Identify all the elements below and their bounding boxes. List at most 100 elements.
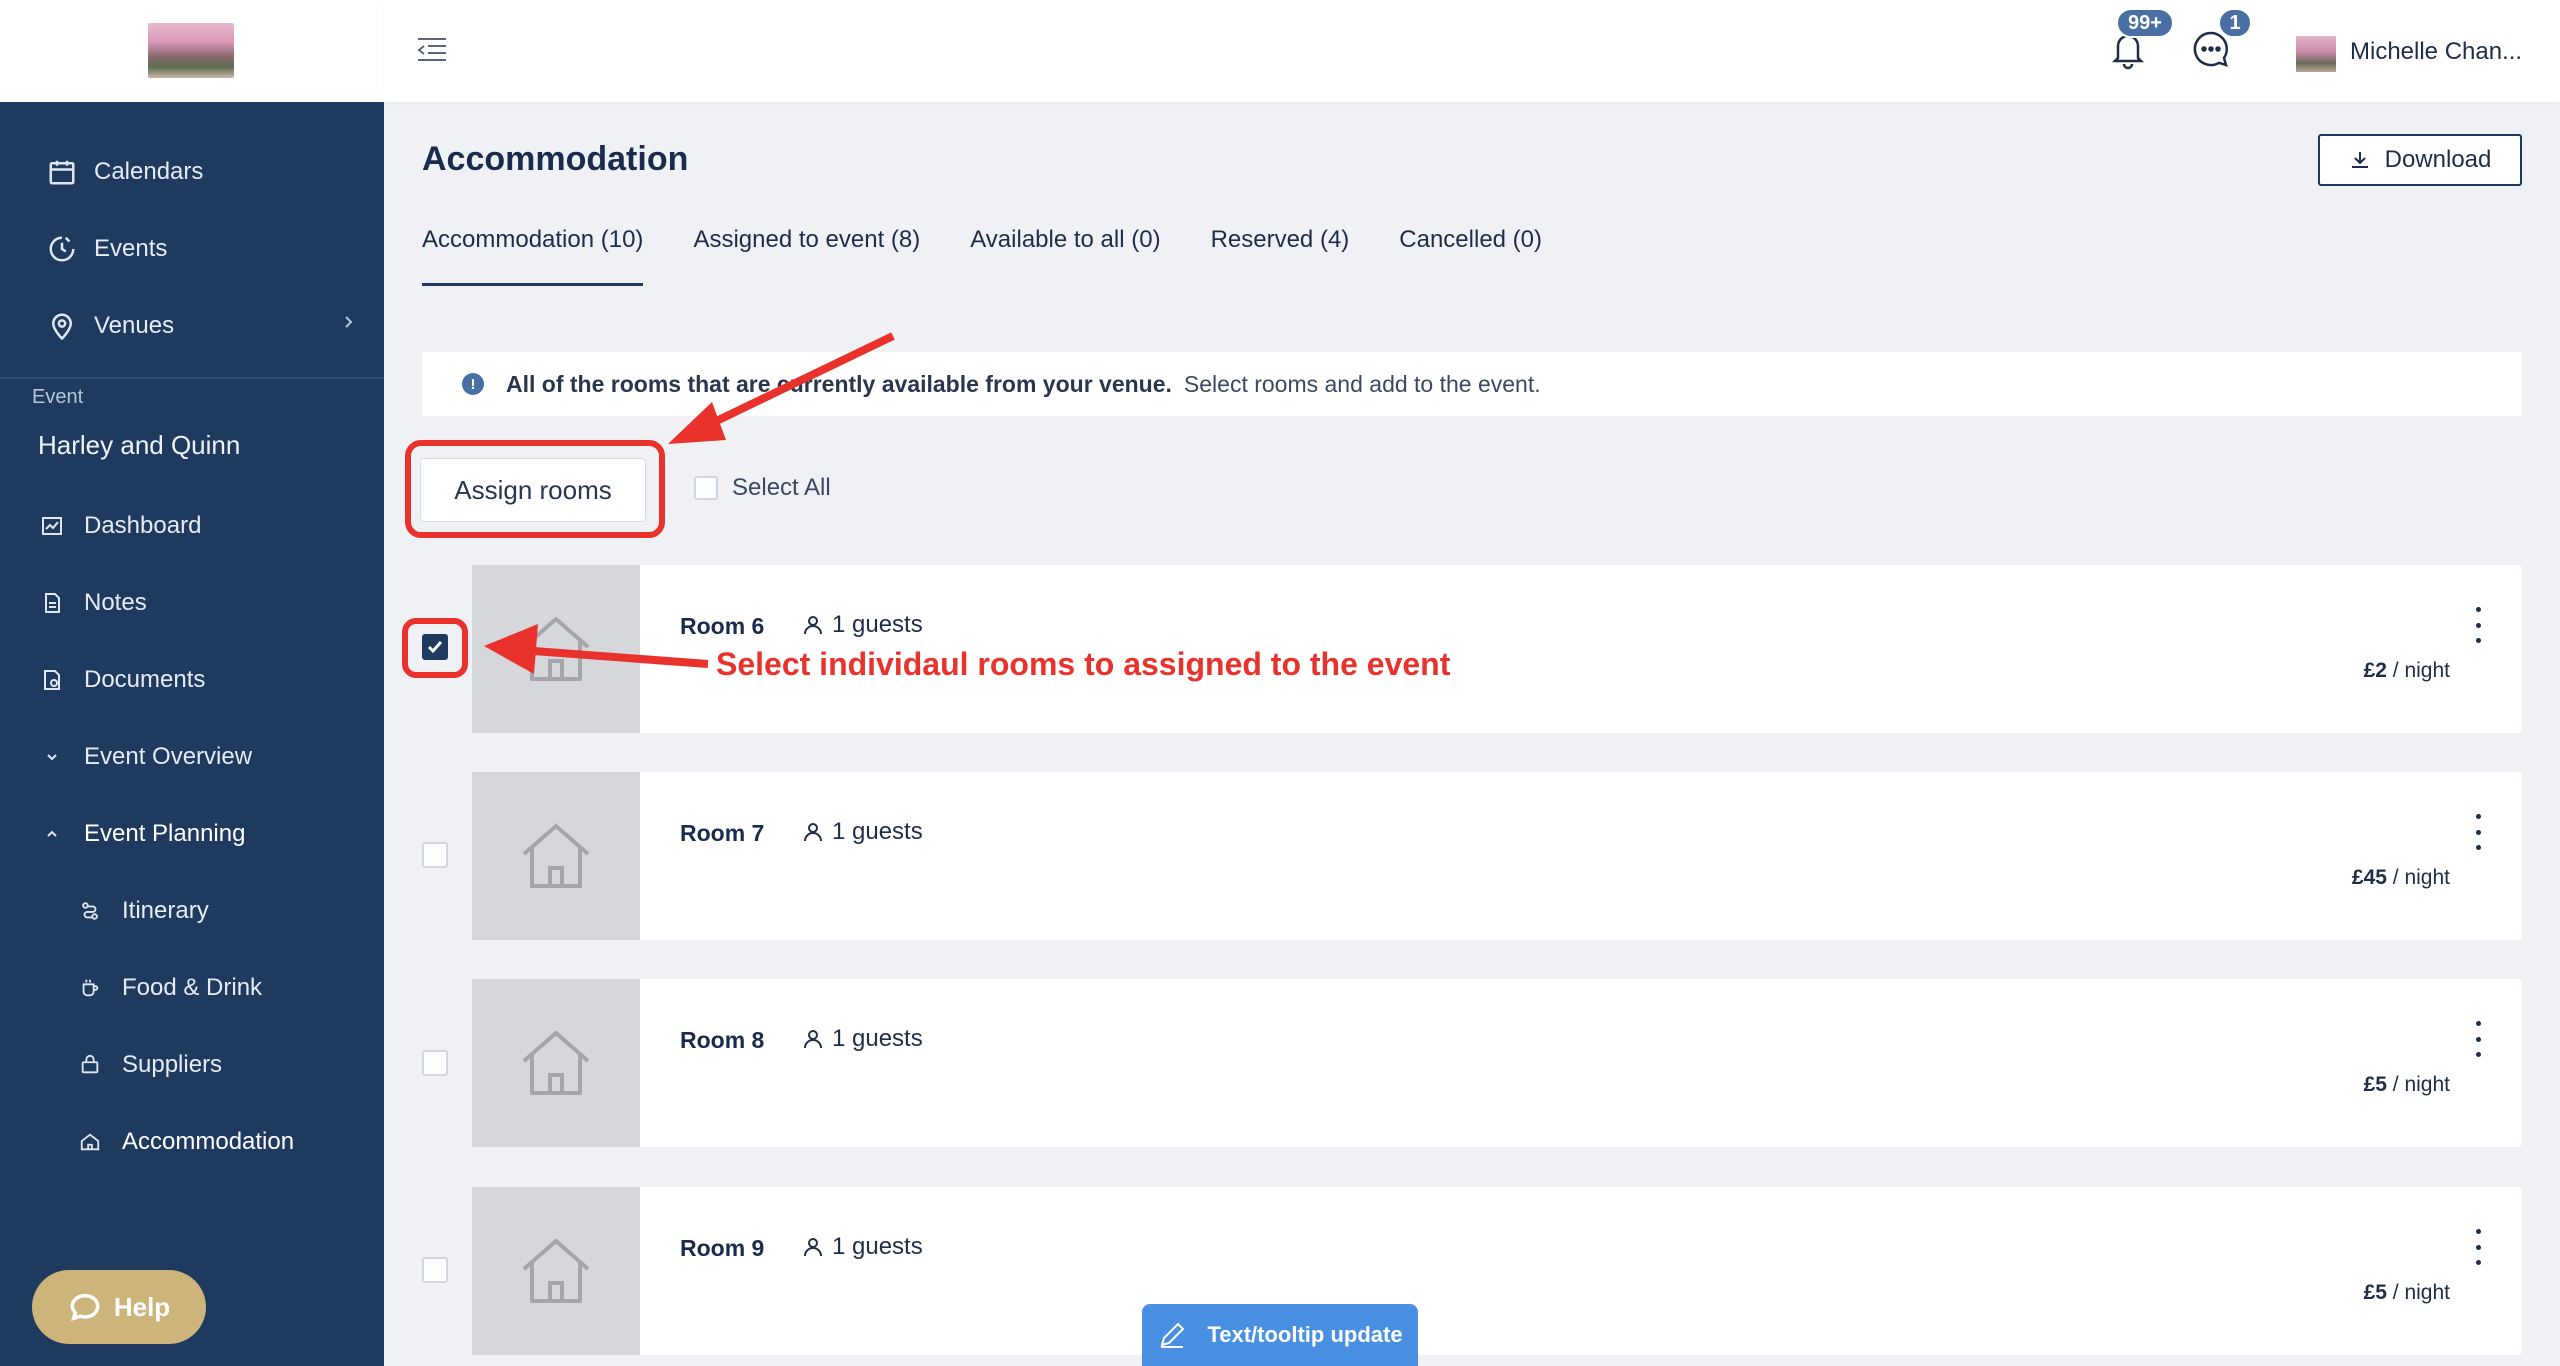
sidebar-item-label: Calendars (94, 158, 204, 185)
room-name: Room 8 (680, 1027, 765, 1053)
event-name[interactable]: Harley and Quinn (38, 430, 240, 461)
messages-badge: 1 (2218, 8, 2252, 38)
sidebar-item-event-planning[interactable]: Event Planning (0, 806, 384, 862)
room-card[interactable]: Room 7 1 guests £45 / night (472, 772, 2522, 940)
info-text: Select rooms and add to the event. (1183, 370, 1541, 397)
help-button[interactable]: Help (32, 1270, 206, 1344)
room-price: £5 / night (2364, 1281, 2450, 1305)
note-icon (36, 587, 68, 619)
room-guests: 1 guests (802, 1233, 923, 1261)
more-options-icon[interactable] (2472, 1021, 2484, 1057)
tooltip-label: Text/tooltip update (1207, 1322, 1403, 1347)
sidebar-item-dashboard[interactable]: Dashboard (0, 498, 384, 554)
sidebar-item-label: Events (94, 235, 168, 262)
annotation-text: Select individaul rooms to assigned to t… (716, 646, 1451, 682)
top-bar: 99+ 1 Michelle Chan... (384, 0, 2560, 102)
room-thumbnail (472, 772, 640, 940)
home-icon (74, 1126, 106, 1158)
annotation-box-checkbox (402, 618, 468, 678)
tab-available-to-all[interactable]: Available to all (0) (970, 226, 1160, 286)
sidebar-item-suppliers[interactable]: Suppliers (0, 1037, 384, 1093)
chevron-right-icon (345, 316, 353, 328)
chart-icon (36, 510, 68, 542)
price-unit: / night (2386, 659, 2450, 682)
sidebar-item-itinerary[interactable]: Itinerary (0, 883, 384, 939)
person-icon (804, 823, 822, 842)
tab-bar: Accommodation (10) Assigned to event (8)… (422, 226, 1592, 286)
tab-assigned-to-event[interactable]: Assigned to event (8) (693, 226, 920, 286)
price-unit: / night (2386, 1073, 2450, 1096)
tab-accommodation[interactable]: Accommodation (10) (422, 226, 644, 286)
route-icon (74, 895, 106, 927)
sidebar-item-label: Documents (84, 666, 206, 693)
sidebar-item-venues[interactable]: Venues (0, 298, 384, 354)
price-value: £5 (2363, 1073, 2387, 1096)
price-unit: / night (2386, 866, 2450, 889)
room-8-checkbox[interactable] (422, 1050, 448, 1076)
download-label: Download (2384, 146, 2492, 173)
room-card[interactable]: Room 9 1 guests £5 / night (472, 1187, 2522, 1355)
room-name: Room 7 (680, 820, 765, 846)
menu-collapse-icon[interactable] (416, 36, 448, 64)
clock-icon (46, 233, 78, 265)
room-9-checkbox[interactable] (422, 1257, 448, 1283)
more-options-icon[interactable] (2472, 607, 2484, 643)
sidebar: Calendars Events Venues Event Harley and… (0, 0, 384, 1366)
text-tooltip-update-button[interactable]: Text/tooltip update (1142, 1304, 1418, 1366)
sidebar-item-notes[interactable]: Notes (0, 575, 384, 631)
bag-icon (74, 1049, 106, 1081)
guests-label: 1 guests (832, 818, 923, 845)
guests-label: 1 guests (832, 611, 923, 638)
more-options-icon[interactable] (2472, 814, 2484, 850)
calendar-icon (46, 156, 78, 188)
room-price: £2 / night (2364, 659, 2450, 683)
chevron-up-icon (36, 818, 68, 850)
sidebar-item-documents[interactable]: Documents (0, 652, 384, 708)
download-icon (2351, 152, 2368, 168)
annotation-box-assign (405, 440, 665, 538)
guests-label: 1 guests (832, 1233, 923, 1260)
avatar[interactable] (2296, 36, 2336, 72)
price-value: £5 (2363, 1281, 2387, 1304)
sidebar-item-events[interactable]: Events (0, 221, 384, 277)
sidebar-item-label: Accommodation (122, 1128, 295, 1155)
sidebar-item-label: Suppliers (122, 1051, 223, 1078)
select-all-checkbox[interactable] (694, 476, 718, 500)
cup-icon (74, 972, 106, 1004)
house-placeholder-icon (522, 823, 590, 888)
section-label: Event (32, 386, 84, 408)
sidebar-divider (0, 377, 384, 379)
tab-reserved[interactable]: Reserved (4) (1211, 226, 1350, 286)
user-name[interactable]: Michelle Chan... (2350, 38, 2522, 66)
download-button[interactable]: Download (2318, 134, 2522, 186)
pencil-icon (1160, 1322, 1185, 1348)
sidebar-item-label: Event Overview (84, 743, 253, 770)
price-unit: / night (2386, 1281, 2450, 1304)
price-value: £45 (2351, 866, 2387, 889)
room-7-checkbox[interactable] (422, 842, 448, 868)
sidebar-item-label: Itinerary (122, 897, 209, 924)
page-title: Accommodation (422, 140, 689, 178)
sidebar-item-food-drink[interactable]: Food & Drink (0, 960, 384, 1016)
room-price: £5 / night (2364, 1073, 2450, 1097)
room-guests: 1 guests (802, 1025, 923, 1053)
room-card[interactable]: Room 8 1 guests £5 / night (472, 979, 2522, 1147)
sidebar-item-calendars[interactable]: Calendars (0, 144, 384, 200)
document-icon (36, 664, 68, 696)
select-all-label: Select All (732, 474, 831, 501)
notifications-badge: 99+ (2116, 8, 2174, 38)
logo-area (0, 0, 384, 102)
house-placeholder-icon (522, 1238, 590, 1303)
sidebar-item-label: Food & Drink (122, 974, 263, 1001)
logo[interactable] (148, 23, 234, 78)
sidebar-item-event-overview[interactable]: Event Overview (0, 729, 384, 785)
sidebar-item-label: Notes (84, 589, 147, 616)
room-name: Room 6 (680, 613, 765, 639)
sidebar-item-accommodation[interactable]: Accommodation (0, 1114, 384, 1170)
room-thumbnail (472, 979, 640, 1147)
sidebar-item-label: Venues (94, 312, 175, 339)
select-all[interactable]: Select All (694, 474, 831, 502)
tab-cancelled[interactable]: Cancelled (0) (1399, 226, 1542, 286)
price-value: £2 (2363, 659, 2387, 682)
more-options-icon[interactable] (2472, 1229, 2484, 1265)
